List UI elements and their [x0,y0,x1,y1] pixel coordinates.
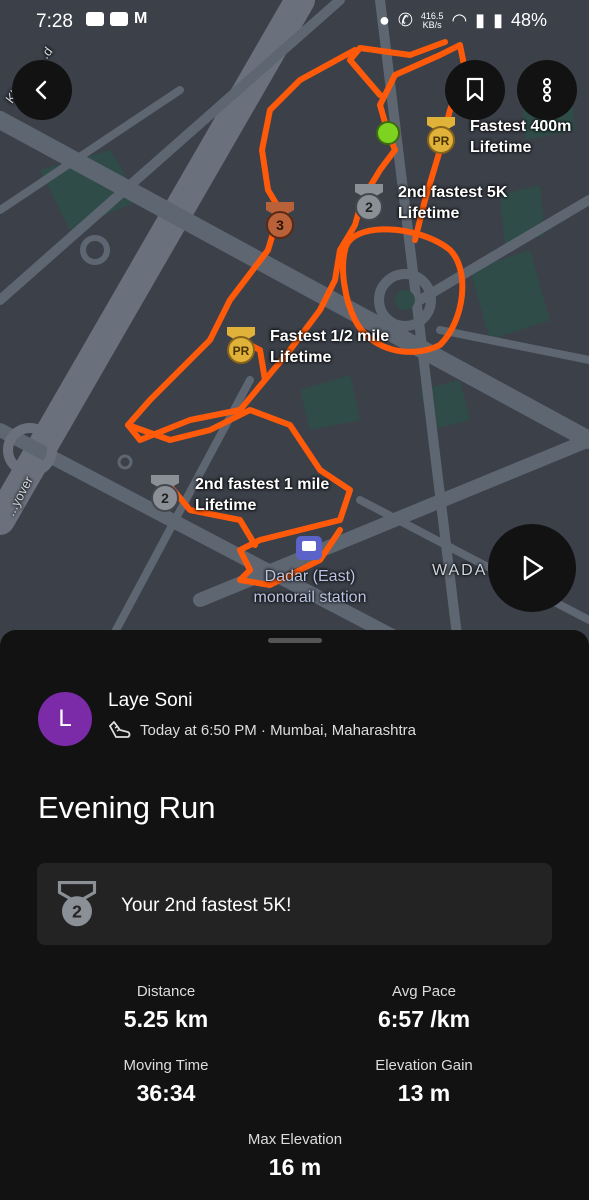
achievement-text: Your 2nd fastest 5K! [121,895,292,916]
stat-distance: Distance 5.25 km [66,983,266,1033]
svg-text:PR: PR [233,344,250,358]
svg-text:3: 3 [276,217,284,233]
stat-label: Distance [136,983,196,1000]
route-map[interactable]: PR Fastest 400m Lifetime 2 2nd fastest 5K… [0,0,589,660]
chevron-left-icon [35,80,47,100]
play-flyover-button[interactable] [488,524,576,612]
avatar[interactable]: L [38,692,92,746]
stat-label: Max Elevation [247,1131,343,1148]
silver-medal-icon[interactable]: 2 [148,473,182,513]
avatar-initial: L [58,705,72,732]
stat-max-elevation: Max Elevation 16 m [195,1131,395,1181]
pr-badge-icon[interactable]: PR [424,115,458,155]
shoe-icon [109,721,131,738]
back-button[interactable] [12,60,72,120]
achievement-card[interactable]: 2 Your 2nd fastest 5K! [37,863,552,945]
achievement-label: 2nd fastest 1 mile Lifetime [195,476,330,514]
activity-meta-text: Today at 6:50 PM · Mumbai, Maharashtra [140,721,416,739]
m-app-icon: M [134,10,148,27]
athlete-name[interactable]: Laye Soni [108,690,193,712]
activity-title: Evening Run [38,790,216,825]
pr-badge-icon[interactable]: PR [224,325,258,365]
achievement-label: 2nd fastest 5K Lifetime [398,184,508,222]
signal-icon: ▮ [475,10,486,30]
location-icon: ● [378,10,390,30]
stat-value: 13 m [397,1080,451,1106]
wifi-call-icon: ✆ [397,10,413,30]
stat-value: 16 m [268,1154,322,1180]
youtube-icon [110,12,128,26]
svg-text:PR: PR [433,134,450,148]
station-label: Dadar (East) monorail station [253,568,367,606]
youtube-icon [86,12,104,26]
area-label: WADA [432,562,488,579]
silver-medal-icon[interactable]: 2 [352,182,386,222]
battery-icon: ▮ [493,10,503,30]
clock: 7:28 [36,11,73,32]
svg-text:2: 2 [161,490,169,506]
activity-meta: Today at 6:50 PM · Mumbai, Maharashtra [108,720,416,740]
achievement-label: Fastest 400m Lifetime [470,118,572,156]
stat-elevation-gain: Elevation Gain 13 m [324,1057,524,1107]
save-route-button[interactable] [445,60,505,120]
play-icon [523,555,544,581]
more-options-button[interactable] [517,60,577,120]
svg-text:2: 2 [72,902,82,922]
stat-value: 5.25 km [123,1006,209,1032]
stat-value: 6:57 /km [377,1006,471,1032]
more-vertical-icon [543,78,551,102]
stat-label: Avg Pace [392,983,456,1000]
stat-avg-pace: Avg Pace 6:57 /km [324,983,524,1033]
activity-sheet[interactable]: L Laye Soni Today at 6:50 PM · Mumbai, M… [0,630,589,1200]
stat-label: Moving Time [123,1057,209,1074]
silver-medal-icon: 2 [57,880,97,927]
drag-handle[interactable] [268,638,322,643]
battery-percent: 48% [510,10,547,30]
stat-value: 36:34 [136,1080,196,1106]
wifi-icon: ◠ [451,10,468,30]
bronze-medal-icon[interactable]: 3 [263,200,297,240]
status-bar: 7:28 M ● ✆ 416.5 KB/s ◠ ▮ ▮ 48% [0,0,589,44]
bookmark-icon [466,77,484,102]
svg-text:2: 2 [365,199,373,215]
achievement-label: Fastest 1/2 mile Lifetime [270,328,390,366]
net-speed: 416.5 KB/s [420,10,444,30]
stat-moving-time: Moving Time 36:34 [66,1057,266,1107]
stat-label: Elevation Gain [375,1057,473,1074]
